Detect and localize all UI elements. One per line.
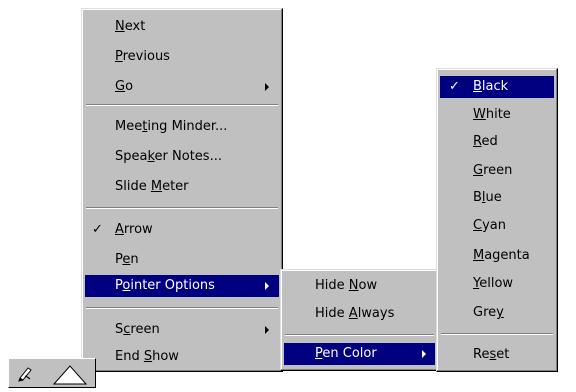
menu-item-pen-color[interactable]: Pen Color (284, 343, 435, 365)
menu-item-label: Next (115, 19, 146, 34)
menu-item-speaker-notes[interactable]: Speaker Notes... (85, 146, 279, 168)
menu-item-label: Go (115, 79, 134, 94)
menu-item-meeting-minder[interactable]: Meeting Minder... (85, 116, 279, 138)
menu-item-hide-always[interactable]: Hide Always (284, 303, 435, 325)
checkmark-icon: ✓ (92, 222, 103, 237)
submenu-arrow-icon (265, 282, 269, 290)
menu-separator (285, 334, 434, 336)
menu-item-label: Pointer Options (115, 278, 215, 293)
menu-item-go[interactable]: Go (85, 76, 279, 98)
menu-item-label: Slide Meter (115, 179, 189, 194)
pen-color-submenu: ✓ Black White Red Green Blue Cyan Magent… (436, 68, 558, 372)
slide-show-button-bar (8, 358, 96, 388)
submenu-arrow-icon (265, 326, 269, 334)
menu-item-pointer-options[interactable]: Pointer Options (85, 275, 279, 297)
slide-show-popup-menu: Next Previous Go Meeting Minder... Speak… (81, 8, 283, 372)
pointer-options-submenu: Hide Now Hide Always Pen Color (280, 269, 439, 371)
menu-item-label: Meeting Minder... (115, 119, 228, 134)
menu-item-label: Reset (473, 347, 510, 362)
menu-item-cyan[interactable]: Cyan (440, 215, 554, 237)
menu-separator (86, 207, 278, 209)
menu-item-grey[interactable]: Grey (440, 302, 554, 324)
triangle-icon[interactable] (52, 363, 88, 385)
menu-separator (441, 333, 553, 335)
menu-item-next[interactable]: Next (85, 16, 279, 38)
menu-item-red[interactable]: Red (440, 131, 554, 153)
menu-item-magenta[interactable]: Magenta (440, 245, 554, 267)
menu-item-label: Cyan (473, 218, 506, 233)
menu-item-label: Blue (473, 190, 502, 205)
checkmark-icon: ✓ (449, 79, 460, 94)
menu-item-label: Black (473, 79, 509, 94)
menu-item-label: Yellow (473, 276, 514, 291)
menu-item-pen[interactable]: Pen (85, 249, 279, 271)
menu-item-screen[interactable]: Screen (85, 319, 279, 341)
menu-item-label: Screen (115, 322, 160, 337)
menu-item-end-show[interactable]: End Show (85, 346, 279, 368)
menu-item-label: Red (473, 134, 498, 149)
menu-item-black[interactable]: ✓ Black (440, 76, 554, 98)
menu-item-label: End Show (115, 349, 179, 364)
menu-item-label: Pen Color (315, 346, 377, 361)
menu-item-label: Green (473, 163, 513, 178)
menu-item-previous[interactable]: Previous (85, 46, 279, 68)
menu-item-label: Previous (115, 49, 170, 64)
submenu-arrow-icon (422, 350, 426, 358)
menu-item-label: Speaker Notes... (115, 149, 222, 164)
menu-item-yellow[interactable]: Yellow (440, 273, 554, 295)
menu-item-label: White (473, 107, 511, 122)
menu-item-label: Pen (115, 252, 139, 267)
menu-item-label: Arrow (115, 222, 153, 237)
menu-item-blue[interactable]: Blue (440, 187, 554, 209)
menu-separator (86, 104, 278, 106)
menu-item-hide-now[interactable]: Hide Now (284, 275, 435, 297)
menu-item-label: Hide Always (315, 306, 395, 321)
menu-item-label: Magenta (473, 248, 530, 263)
pen-icon[interactable] (17, 364, 35, 382)
menu-item-green[interactable]: Green (440, 160, 554, 182)
menu-separator (86, 307, 278, 309)
menu-item-white[interactable]: White (440, 104, 554, 126)
menu-item-label: Grey (473, 305, 504, 320)
menu-item-slide-meter[interactable]: Slide Meter (85, 176, 279, 198)
menu-item-arrow[interactable]: ✓ Arrow (85, 219, 279, 241)
submenu-arrow-icon (265, 83, 269, 91)
menu-item-label: Hide Now (315, 278, 378, 293)
menu-item-reset[interactable]: Reset (440, 344, 554, 366)
